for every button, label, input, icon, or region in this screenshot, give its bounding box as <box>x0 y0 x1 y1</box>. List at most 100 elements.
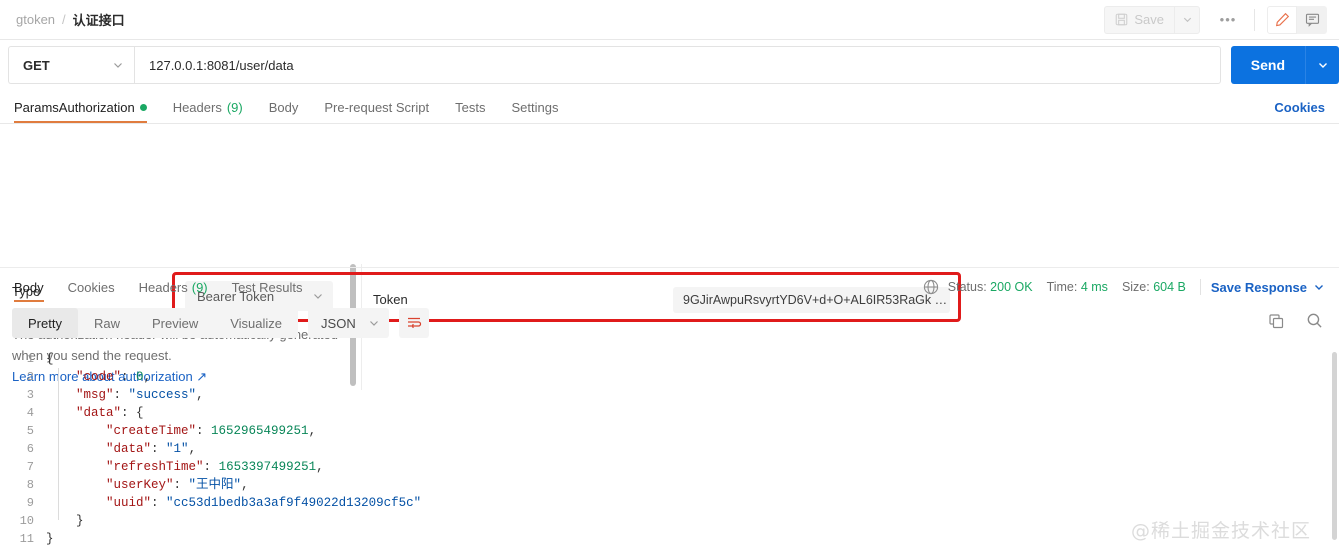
line-number: 2 <box>26 370 34 384</box>
copy-button[interactable] <box>1268 313 1284 334</box>
code-line-text: "msg": "success", <box>76 388 204 402</box>
size-badge[interactable]: Size: 604 B <box>1122 280 1186 294</box>
format-tab-visualize[interactable]: Visualize <box>214 308 298 338</box>
response-tab-cookies-label: Cookies <box>67 280 115 295</box>
send-button[interactable]: Send <box>1230 46 1305 84</box>
response-body-actions <box>1268 312 1323 334</box>
request-tab-bar: Params Authorization Headers (9) Body Pr… <box>0 90 1339 124</box>
tab-body-label: Body <box>268 100 299 115</box>
save-button[interactable]: Save <box>1104 5 1174 34</box>
response-tab-headers-label: Headers <box>138 280 188 295</box>
code-line: 4 "data": { <box>0 404 1339 422</box>
search-button[interactable] <box>1306 312 1323 334</box>
tab-tests[interactable]: Tests <box>455 100 485 123</box>
cookies-link[interactable]: Cookies <box>1274 100 1325 123</box>
tab-headers[interactable]: Headers (9) <box>173 100 243 123</box>
breadcrumb-root[interactable]: gtoken <box>16 12 55 27</box>
request-url-input[interactable]: 127.0.0.1:8081/user/data <box>134 46 1221 84</box>
code-line-text: { <box>46 352 54 366</box>
edit-mode-button[interactable] <box>1267 5 1297 34</box>
status-value: 200 OK <box>990 280 1033 294</box>
line-number: 3 <box>26 388 34 402</box>
http-method-select[interactable]: GET <box>8 46 134 84</box>
response-tab-cookies[interactable]: Cookies <box>68 280 115 302</box>
save-response-button[interactable]: Save Response <box>1211 280 1325 295</box>
response-tab-headers[interactable]: Headers (9) <box>139 280 208 302</box>
code-line-text: } <box>46 532 54 546</box>
line-number: 6 <box>26 442 34 456</box>
ellipsis-icon: ••• <box>1219 12 1237 27</box>
code-line-text: } <box>46 514 84 528</box>
chevron-down-icon <box>369 321 378 326</box>
line-number: 10 <box>19 514 34 528</box>
word-wrap-button[interactable] <box>398 308 429 338</box>
tab-authorization-label: Authorization <box>58 100 135 115</box>
send-control-group: Send <box>1230 46 1339 84</box>
content-type-value: JSON <box>321 315 356 331</box>
tab-params-label: Params <box>14 100 59 115</box>
line-number: 8 <box>26 478 34 492</box>
status-badge[interactable]: Status: 200 OK <box>948 280 1033 294</box>
response-tab-test-results[interactable]: Test Results <box>232 280 303 302</box>
toolbar-divider <box>1254 8 1255 31</box>
breadcrumb-current[interactable]: 认证接口 <box>73 10 125 29</box>
word-wrap-icon <box>407 317 421 329</box>
comments-button[interactable] <box>1297 5 1327 34</box>
more-options-button[interactable]: ••• <box>1214 6 1242 34</box>
send-dropdown-button[interactable] <box>1305 46 1339 84</box>
response-divider <box>0 267 1339 268</box>
line-number: 11 <box>19 532 34 546</box>
code-line-text: "data": "1", <box>106 442 197 456</box>
format-tab-raw-label: Raw <box>93 315 120 331</box>
line-number: 4 <box>26 406 34 420</box>
time-label: Time: <box>1046 280 1078 294</box>
tab-params[interactable]: Params <box>14 100 59 123</box>
save-dropdown-button[interactable] <box>1174 5 1200 34</box>
response-tab-headers-count: (9) <box>191 280 208 295</box>
code-line: 8 "userKey": "王中阳", <box>0 476 1339 494</box>
format-tab-raw[interactable]: Raw <box>78 308 136 338</box>
size-label: Size: <box>1121 280 1150 294</box>
content-type-select[interactable]: JSON <box>308 308 389 338</box>
breadcrumb-separator: / <box>62 12 66 27</box>
tab-body[interactable]: Body <box>269 100 299 123</box>
time-value: 4 ms <box>1080 280 1108 294</box>
tab-settings-label: Settings <box>511 100 559 115</box>
tab-settings[interactable]: Settings <box>511 100 558 123</box>
code-line: 5 "createTime": 1652965499251, <box>0 422 1339 440</box>
send-button-label: Send <box>1250 57 1285 73</box>
auth-active-dot-icon <box>139 104 147 111</box>
line-number: 9 <box>26 496 34 510</box>
tab-tests-label: Tests <box>455 100 486 115</box>
code-line-text: "createTime": 1652965499251, <box>106 424 317 438</box>
response-tab-body[interactable]: Body <box>14 280 44 302</box>
code-line-text: "userKey": "王中阳", <box>106 478 249 492</box>
line-number: 1 <box>26 352 34 366</box>
copy-icon <box>1269 313 1284 328</box>
http-method-value: GET <box>23 57 50 73</box>
format-tab-preview[interactable]: Preview <box>136 308 214 338</box>
tab-headers-label: Headers <box>172 100 222 115</box>
request-url-value: 127.0.0.1:8081/user/data <box>149 57 294 73</box>
chevron-down-icon <box>112 59 124 71</box>
tab-authorization[interactable]: Authorization <box>58 100 147 123</box>
save-button-label: Save <box>1134 12 1164 27</box>
status-label: Status: <box>947 280 987 294</box>
response-meta: Status: 200 OK Time: 4 ms Size: 604 B Sa… <box>923 279 1325 302</box>
format-tab-pretty[interactable]: Pretty <box>12 308 78 338</box>
response-body-scrollbar[interactable] <box>1332 352 1337 540</box>
code-line: 2 "code": 0, <box>0 368 1339 386</box>
code-line-text: "uuid": "cc53d1bedb3a3af9f49022d13209cf5… <box>106 496 422 510</box>
line-number: 5 <box>26 424 34 438</box>
time-badge[interactable]: Time: 4 ms <box>1047 280 1108 294</box>
line-number: 7 <box>26 460 34 474</box>
code-line-text: "code": 0, <box>76 370 152 384</box>
tab-pre-request-script-label: Pre-request Script <box>324 100 430 115</box>
response-tab-body-label: Body <box>14 280 44 295</box>
code-line: 3 "msg": "success", <box>0 386 1339 404</box>
size-value: 604 B <box>1153 280 1186 294</box>
authorization-panel: Type Bearer Token The authorization head… <box>0 124 1339 390</box>
chevron-down-icon <box>1315 285 1323 290</box>
tab-pre-request-script[interactable]: Pre-request Script <box>324 100 429 123</box>
comment-icon <box>1305 13 1319 27</box>
